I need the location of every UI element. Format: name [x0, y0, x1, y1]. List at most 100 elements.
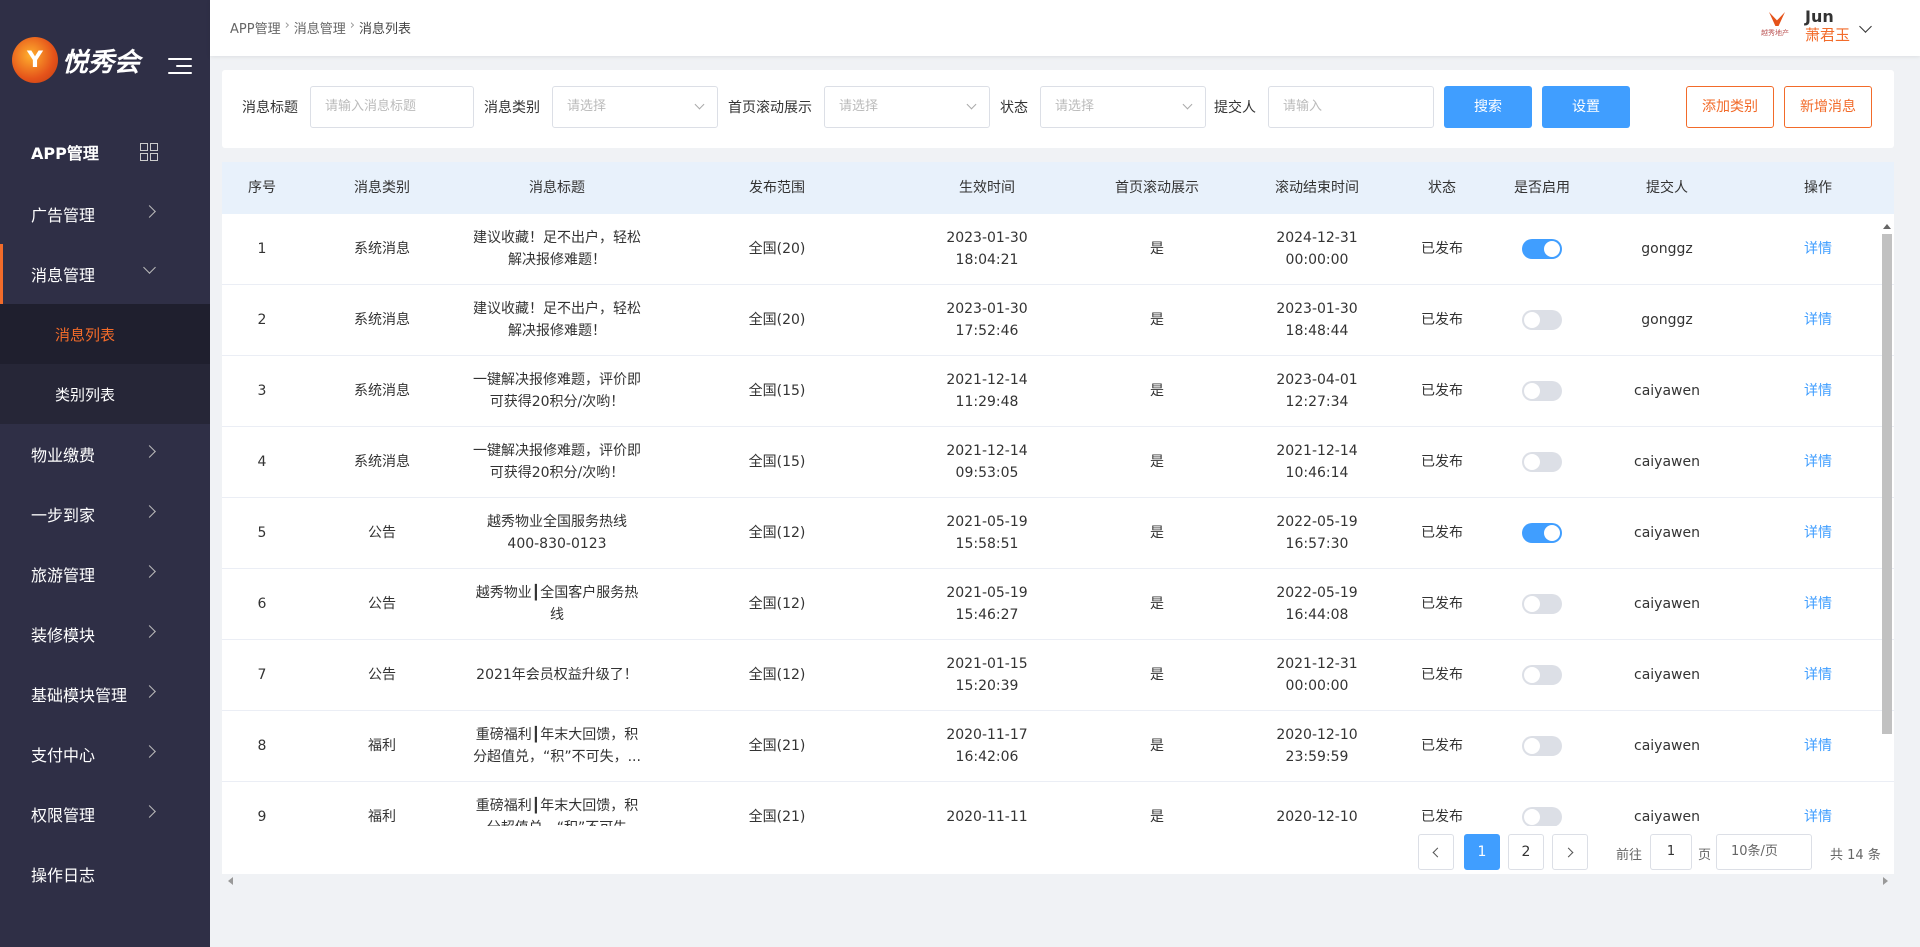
table-row: 4 系统消息 一键解决报修难题，评价即可获得20积分/次哟！ 全国(15) 2021-1…: [222, 427, 1894, 498]
sidebar-item-one-step-home[interactable]: 一步到家: [0, 484, 210, 544]
enable-toggle[interactable]: [1522, 452, 1562, 472]
detail-link[interactable]: 详情: [1804, 809, 1832, 825]
sidebar-item-category-list[interactable]: 类别列表: [0, 364, 210, 424]
table-row: 7 公告 2021年会员权益升级了！ 全国(12) 2021-01-15 15:20:39…: [222, 640, 1894, 711]
chevron-right-icon: [143, 205, 156, 218]
scroll-right-icon[interactable]: [1883, 877, 1888, 885]
end-date: 2021-12-14: [1276, 443, 1358, 459]
detail-link[interactable]: 详情: [1804, 454, 1832, 470]
message-title: 一键解决报修难题，评价即可获得20积分/次哟！: [473, 372, 641, 410]
sidebar-item-travel[interactable]: 旅游管理: [0, 544, 210, 604]
action-cell: 详情: [1742, 451, 1894, 473]
top-header: APP管理 › 消息管理 › 消息列表 越秀地产 Jun 萧君玉: [210, 0, 1920, 56]
submitter: gonggz: [1641, 312, 1693, 328]
scroll-left-icon[interactable]: [228, 877, 233, 885]
category-select[interactable]: 请选择: [552, 86, 718, 128]
effective-clock: 15:20:39: [955, 678, 1019, 694]
sidebar-item-logs[interactable]: 操作日志: [0, 844, 210, 904]
message-title-cell: 越秀物业┃全国客户服务热线: [462, 582, 652, 626]
sidebar-item-property-fee[interactable]: 物业缴费: [0, 424, 210, 484]
search-button[interactable]: 搜索: [1444, 86, 1532, 128]
detail-link[interactable]: 详情: [1804, 312, 1832, 328]
action-cell: 详情: [1742, 593, 1894, 615]
breadcrumb-item[interactable]: APP管理: [230, 18, 281, 37]
vertical-scrollbar[interactable]: [1882, 224, 1892, 826]
status-select[interactable]: 请选择: [1040, 86, 1206, 128]
enable-cell: [1492, 593, 1592, 615]
scroll-display-select[interactable]: 请选择: [824, 86, 990, 128]
detail-link[interactable]: 详情: [1804, 383, 1832, 399]
sidebar: Y 悦秀会 APP管理 广告管理 消息管理 消息列表 类别列表 物业缴费 一步到…: [0, 0, 210, 947]
message-title-cell: 越秀物业全国服务热线400-830-0123: [462, 511, 652, 555]
enable-toggle[interactable]: [1522, 523, 1562, 543]
breadcrumb-item[interactable]: 消息管理: [294, 18, 346, 37]
message-title-cell: 一键解决报修难题，评价即可获得20积分/次哟！: [462, 440, 652, 484]
message-category: 系统消息: [354, 312, 410, 328]
title-input[interactable]: 请输入消息标题: [310, 86, 474, 128]
sidebar-item-base-modules[interactable]: 基础模块管理: [0, 664, 210, 724]
sidebar-item-decoration[interactable]: 装修模块: [0, 604, 210, 664]
page-button[interactable]: 1: [1464, 834, 1500, 870]
collapse-menu-icon[interactable]: [168, 58, 192, 76]
end-clock: 00:00:00: [1285, 252, 1349, 268]
table-body: 1 系统消息 建议收藏！足不出户，轻松解决报修难题！ 全国(20) 2023-01-30…: [222, 214, 1894, 826]
sidebar-item-messages[interactable]: 消息管理: [0, 244, 210, 304]
enable-toggle[interactable]: [1522, 594, 1562, 614]
enable-toggle[interactable]: [1522, 665, 1562, 685]
message-category: 福利: [368, 809, 396, 825]
sidebar-item-payment[interactable]: 支付中心: [0, 724, 210, 784]
effective-time: 2021-05-19 15:58:51: [902, 511, 1072, 555]
end-clock: 00:00:00: [1285, 678, 1349, 694]
next-page-button[interactable]: [1552, 834, 1588, 870]
detail-link[interactable]: 详情: [1804, 596, 1832, 612]
scroll-end-time: 2020-12-10 23:59:59: [1242, 724, 1392, 768]
scroll-end-time: 2022-05-19 16:57:30: [1242, 511, 1392, 555]
detail-link[interactable]: 详情: [1804, 738, 1832, 754]
page-size-select[interactable]: 10条/页: [1716, 834, 1812, 870]
row-number: 4: [257, 454, 267, 470]
effective-date: 2021-12-14: [946, 372, 1028, 388]
horizontal-scrollbar[interactable]: [222, 874, 1894, 888]
submitter-label: 提交人: [1214, 100, 1256, 116]
sidebar-item-label: APP管理: [31, 144, 99, 163]
submitter-input[interactable]: 请输入: [1268, 86, 1434, 128]
end-date: 2022-05-19: [1276, 585, 1358, 601]
page-button[interactable]: 2: [1508, 834, 1544, 870]
prev-page-button[interactable]: [1418, 834, 1454, 870]
sidebar-item-app[interactable]: APP管理: [0, 120, 210, 184]
status-label: 状态: [1000, 100, 1028, 116]
user-menu[interactable]: 越秀地产 Jun 萧君玉: [1760, 8, 1872, 44]
sidebar-item-message-list[interactable]: 消息列表: [0, 304, 210, 364]
grid-icon: [140, 143, 158, 161]
enable-toggle[interactable]: [1522, 239, 1562, 259]
enable-toggle[interactable]: [1522, 310, 1562, 330]
scroll-thumb[interactable]: [1882, 234, 1892, 734]
end-date: 2022-05-19: [1276, 514, 1358, 530]
sidebar-item-ads[interactable]: 广告管理: [0, 184, 210, 244]
chevron-down-icon: [694, 99, 705, 110]
enable-toggle[interactable]: [1522, 807, 1562, 826]
detail-link[interactable]: 详情: [1804, 525, 1832, 541]
company-logo-icon: 越秀地产: [1760, 10, 1795, 42]
detail-link[interactable]: 详情: [1804, 241, 1832, 257]
end-date: 2021-12-31: [1276, 656, 1358, 672]
settings-button[interactable]: 设置: [1542, 86, 1630, 128]
submitter: caiyawen: [1634, 525, 1700, 541]
add-message-button[interactable]: 新增消息: [1784, 86, 1872, 128]
message-table: 序号 消息类别 消息标题 发布范围 生效时间 首页滚动展示 滚动结束时间 状态 …: [222, 162, 1894, 826]
end-clock: 16:57:30: [1285, 536, 1349, 552]
column-header: 消息标题: [529, 180, 585, 196]
scroll-display-placeholder: 请选择: [839, 99, 879, 114]
sidebar-item-permissions[interactable]: 权限管理: [0, 784, 210, 844]
scroll-display-label: 首页滚动展示: [728, 100, 812, 116]
add-category-button[interactable]: 添加类别: [1686, 86, 1774, 128]
scroll-end-time: 2022-05-19 16:44:08: [1242, 582, 1392, 626]
detail-link[interactable]: 详情: [1804, 667, 1832, 683]
enable-toggle[interactable]: [1522, 381, 1562, 401]
enable-toggle[interactable]: [1522, 736, 1562, 756]
chevron-down-icon[interactable]: [1859, 20, 1872, 33]
goto-prefix: 前往: [1616, 848, 1643, 863]
scroll-up-icon[interactable]: [1883, 224, 1891, 229]
goto-page-input[interactable]: 1: [1650, 834, 1692, 870]
column-header: 序号: [248, 180, 276, 196]
